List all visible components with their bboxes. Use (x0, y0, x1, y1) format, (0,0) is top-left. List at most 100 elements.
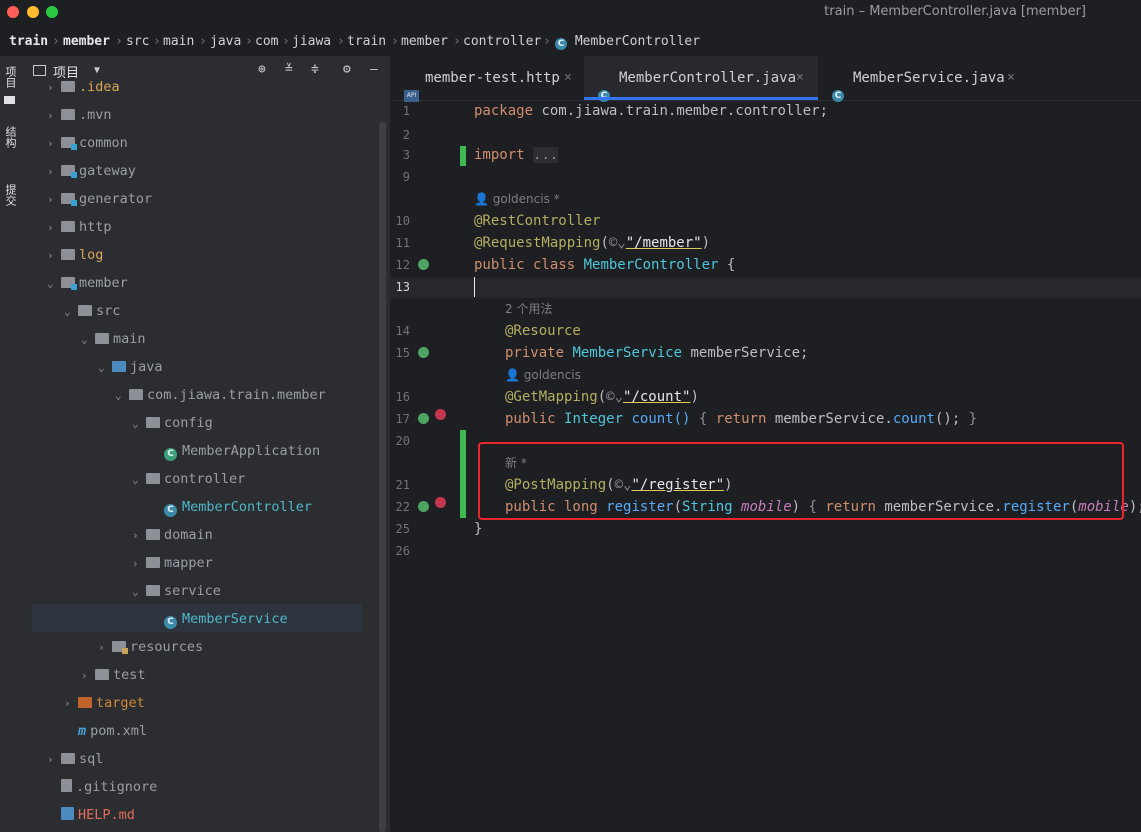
tree-item-gateway[interactable]: › gateway (47, 157, 136, 185)
commit-tool-button[interactable]: 提交 (2, 184, 18, 206)
code-line[interactable]: @GetMapping(©⌄"/count") (505, 387, 699, 407)
line-number: 16 (395, 390, 410, 404)
tree-item-memberservice[interactable]: C MemberService (164, 605, 288, 633)
module-folder-icon (61, 137, 77, 150)
breadcrumb-item[interactable]: train (9, 30, 48, 54)
code-line[interactable]: @RequestMapping(©⌄"/member") (474, 233, 710, 253)
keyword: package (474, 103, 534, 119)
tree-item-mapper[interactable]: › mapper (132, 549, 213, 577)
tree-item-controller[interactable]: ⌄ controller (132, 465, 245, 493)
current-line-highlight (390, 278, 1141, 298)
author-hint[interactable]: 👤 goldencis (505, 365, 581, 385)
tree-item-config[interactable]: ⌄ config (132, 409, 213, 437)
tree-item-target[interactable]: › target (64, 689, 145, 717)
gear-icon[interactable]: ⚙ (343, 62, 351, 77)
globe-icon[interactable]: ©⌄ (609, 235, 626, 251)
spring-bean-icon[interactable] (418, 501, 429, 512)
close-icon[interactable]: × (1007, 56, 1015, 100)
spring-bean-icon[interactable] (418, 413, 429, 424)
tree-item-main[interactable]: ⌄ main (81, 325, 146, 353)
code-line[interactable]: @Resource (505, 321, 581, 341)
project-tool-button[interactable]: 项目 (2, 66, 18, 88)
tab-member-test-http[interactable]: API member-test.http × (390, 56, 584, 102)
title-bar: train – MemberController.java [member] (0, 0, 1141, 26)
code-line[interactable]: public class MemberController { (474, 255, 735, 275)
vcs-change-marker[interactable] (460, 430, 466, 518)
globe-icon[interactable]: ©⌄ (606, 389, 623, 405)
tree-item-member[interactable]: ⌄ member (47, 269, 128, 297)
endpoint-icon[interactable] (435, 409, 446, 420)
spring-bean-icon[interactable] (418, 347, 429, 358)
breadcrumb: train › member › src › main › java › com… (0, 30, 1141, 54)
tree-item-log[interactable]: › log (47, 241, 103, 269)
tree-item-generator[interactable]: › generator (47, 185, 152, 213)
tree-item-java[interactable]: ⌄ java (98, 353, 163, 381)
collapse-all-icon[interactable]: ≑ (311, 62, 319, 77)
tree-item-sql[interactable]: › sql (47, 745, 103, 773)
breadcrumb-item[interactable]: src (126, 30, 149, 54)
url-string[interactable]: "/member" (626, 235, 702, 251)
tree-item-src[interactable]: ⌄ src (64, 297, 120, 325)
tree-item-test[interactable]: › test (81, 661, 146, 689)
tree-item-package[interactable]: ⌄ com.jiawa.train.member (115, 381, 326, 409)
maximize-window-button[interactable] (46, 6, 58, 18)
new-hint[interactable]: 新 * (505, 453, 527, 473)
tree-item-help[interactable]: HELP.md (61, 801, 135, 829)
code-line[interactable]: private MemberService memberService; (505, 343, 808, 363)
tab-membercontroller-java[interactable]: C MemberController.java × (584, 56, 818, 102)
breadcrumb-item[interactable]: main (163, 30, 194, 54)
code-line[interactable]: import ... (474, 145, 559, 165)
tree-item-resources[interactable]: › resources (98, 633, 203, 661)
code-line[interactable]: public Integer count() { return memberSe… (505, 409, 977, 429)
close-icon[interactable]: × (796, 56, 804, 100)
code-line[interactable]: @RestController (474, 211, 600, 231)
url-string[interactable]: "/count" (623, 389, 690, 405)
project-scrollbar[interactable] (379, 122, 386, 832)
breadcrumb-item[interactable]: member (63, 30, 110, 54)
tree-item-memberapplication[interactable]: C MemberApplication (164, 437, 320, 465)
folded-imports[interactable]: ... (533, 147, 559, 163)
tree-item-domain[interactable]: › domain (132, 521, 213, 549)
tree-item-pom[interactable]: m pom.xml (78, 717, 147, 745)
breadcrumb-item[interactable]: controller (463, 30, 541, 54)
hide-icon[interactable]: — (370, 62, 378, 77)
endpoint-icon[interactable] (435, 497, 446, 508)
breadcrumb-item[interactable]: java (210, 30, 241, 54)
spring-bean-icon[interactable] (418, 259, 429, 270)
breadcrumb-item[interactable]: train (347, 30, 386, 54)
code-line[interactable]: package com.jiawa.train.member.controlle… (474, 101, 828, 121)
call-target: memberService. (774, 411, 893, 427)
tree-item-mvn[interactable]: › .mvn (47, 101, 112, 129)
expand-all-icon[interactable]: ≚ (285, 62, 293, 77)
breadcrumb-item[interactable]: member (401, 30, 448, 54)
tree-item-http[interactable]: › http (47, 213, 112, 241)
tree-item-label: .mvn (79, 107, 112, 123)
tree-item-common[interactable]: › common (47, 129, 128, 157)
chevron-right-icon: › (47, 137, 54, 150)
package-icon (146, 417, 160, 428)
vcs-change-marker[interactable] (460, 146, 466, 166)
tree-item-idea[interactable]: › .idea (47, 73, 120, 101)
close-window-button[interactable] (7, 6, 19, 18)
close-icon[interactable]: × (564, 56, 572, 100)
url-string[interactable]: "/register" (631, 477, 724, 493)
author-hint[interactable]: 👤 goldencis * (474, 189, 560, 209)
code-line[interactable]: @PostMapping(©⌄"/register") (505, 475, 733, 495)
tab-memberservice-java[interactable]: C MemberService.java × (818, 56, 1030, 102)
breadcrumb-item[interactable]: com (255, 30, 278, 54)
minimize-window-button[interactable] (27, 6, 39, 18)
breadcrumb-item[interactable]: jiawa (292, 30, 331, 54)
tree-item-gitignore[interactable]: .gitignore (61, 773, 157, 801)
editor-scrollbar[interactable] (1135, 100, 1141, 832)
locate-icon[interactable]: ⊕ (258, 62, 266, 77)
tree-item-service[interactable]: ⌄ service (132, 577, 221, 605)
tree-item-membercontroller[interactable]: C MemberController (164, 493, 312, 521)
globe-icon[interactable]: ©⌄ (615, 477, 632, 493)
line-number: 26 (395, 544, 410, 558)
breadcrumb-item-class[interactable]: C MemberController (555, 30, 700, 54)
code-line[interactable]: public long register(String mobile) { re… (505, 497, 1141, 517)
code-line[interactable]: } (474, 519, 482, 539)
usages-hint[interactable]: 2 个用法 (505, 299, 552, 319)
folder-icon (61, 81, 75, 92)
structure-tool-button[interactable]: 结构 (2, 126, 18, 148)
